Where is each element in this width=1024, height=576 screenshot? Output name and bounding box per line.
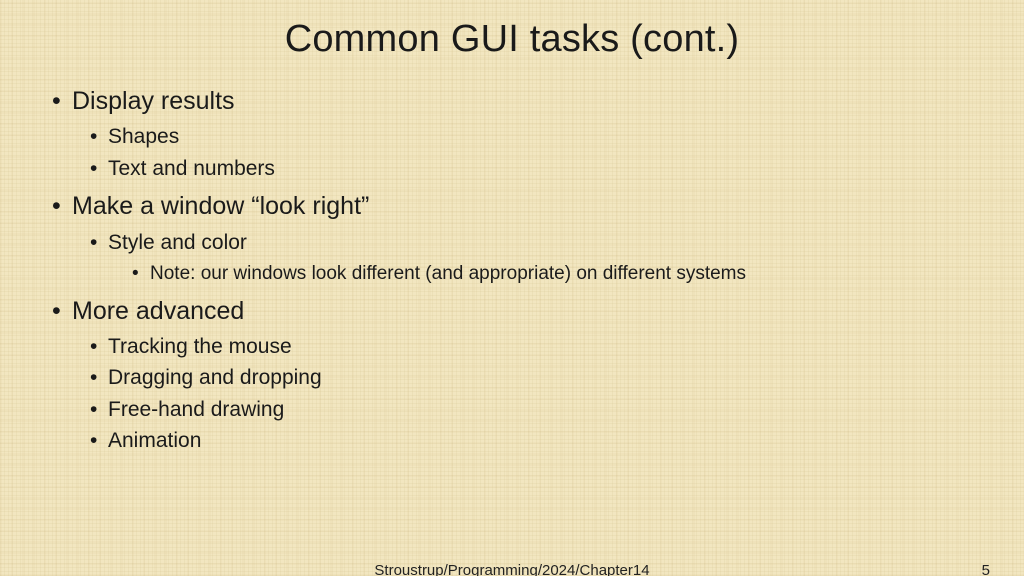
bullet-item: Make a window “look right” Style and col… [72,188,964,288]
bullet-text: Animation [108,429,201,452]
slide-title: Common GUI tasks (cont.) [0,18,1024,61]
bullet-text: Shapes [108,125,179,148]
bullet-item: More advanced Tracking the mouse Draggin… [72,293,964,457]
bullet-item: Text and numbers [108,153,964,185]
bullet-item: Animation [108,425,964,457]
bullet-sublist: Note: our windows look different (and ap… [108,260,964,289]
bullet-sublist: Tracking the mouse Dragging and dropping… [72,331,964,457]
bullet-item: Style and color Note: our windows look d… [108,227,964,289]
bullet-text: Tracking the mouse [108,335,292,358]
bullet-text: Note: our windows look different (and ap… [150,263,746,284]
bullet-sublist: Shapes Text and numbers [72,121,964,184]
slide: Common GUI tasks (cont.) Display results… [0,0,1024,576]
bullet-text: Text and numbers [108,157,275,180]
footer-text: Stroustrup/Programming/2024/Chapter14 [374,562,649,576]
page-number: 5 [982,562,990,576]
bullet-list: Display results Shapes Text and numbers … [72,83,964,457]
bullet-item: Free-hand drawing [108,394,964,426]
bullet-text: Free-hand drawing [108,398,284,421]
slide-content: Display results Shapes Text and numbers … [0,83,1024,457]
bullet-text: Dragging and dropping [108,366,322,389]
bullet-item: Shapes [108,121,964,153]
bullet-item: Dragging and dropping [108,362,964,394]
bullet-text: More advanced [72,297,244,325]
bullet-item: Display results Shapes Text and numbers [72,83,964,184]
bullet-text: Style and color [108,231,247,254]
bullet-text: Display results [72,87,235,115]
bullet-item: Note: our windows look different (and ap… [150,260,964,289]
bullet-text: Make a window “look right” [72,192,369,220]
bullet-sublist: Style and color Note: our windows look d… [72,227,964,289]
bullet-item: Tracking the mouse [108,331,964,363]
